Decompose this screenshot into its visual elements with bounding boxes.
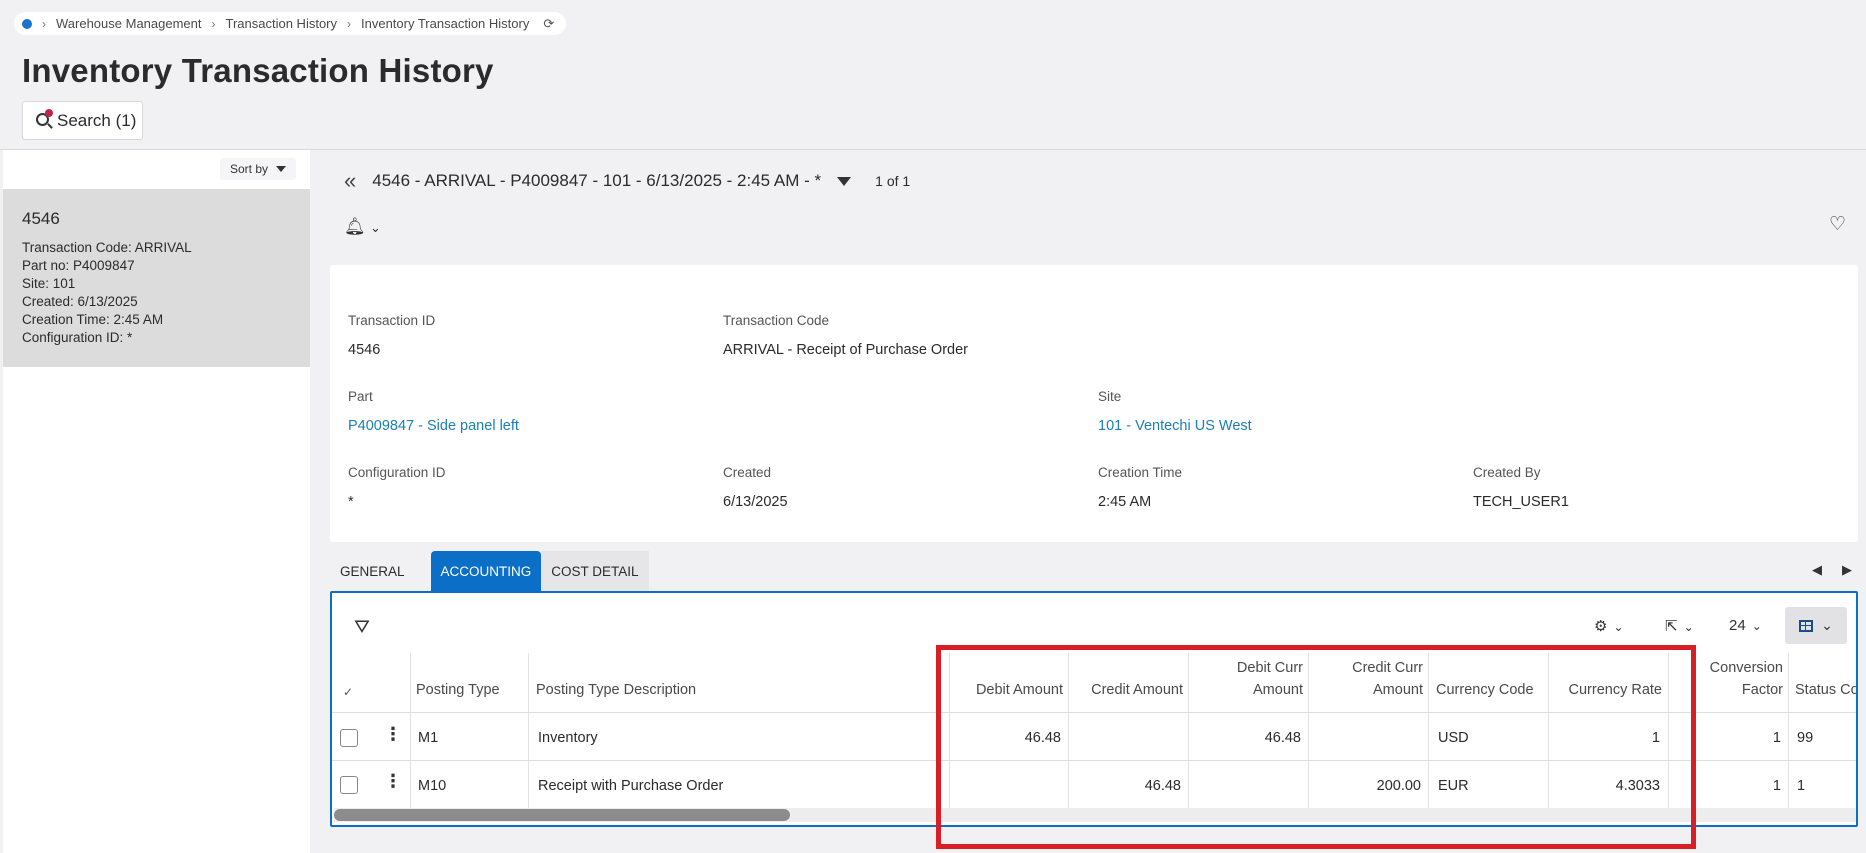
field-label: Part	[348, 389, 373, 404]
breadcrumb-item-warehouse[interactable]: Warehouse Management	[56, 16, 202, 31]
record-site: Site: 101	[22, 276, 76, 291]
record-id: 4546	[22, 209, 60, 228]
column-divider	[1788, 653, 1789, 808]
horizontal-scrollbar-thumb[interactable]	[334, 809, 790, 821]
field-site: Site 101 - Ventechi US West	[1098, 389, 1252, 434]
column-header-posting-type-description[interactable]: Posting Type Description	[536, 679, 696, 701]
highlight-annotation-box	[936, 645, 1696, 849]
column-header-status-code[interactable]: Status Co	[1795, 679, 1856, 701]
row-menu-icon[interactable]: ⋮	[384, 771, 402, 792]
field-label: Created	[723, 465, 772, 480]
filter-active-badge	[45, 108, 53, 117]
field-label: Created By	[1473, 465, 1541, 480]
search-button[interactable]: Search (1)	[22, 101, 143, 140]
gear-icon: ⚙	[1594, 618, 1608, 635]
favorite-heart-icon[interactable]: ♡	[1829, 213, 1846, 236]
record-created: Created: 6/13/2025	[22, 294, 138, 309]
field-label: Transaction ID	[348, 313, 436, 328]
table-icon	[1799, 619, 1814, 632]
tab-scroll-arrows: ◀ ▶	[1812, 562, 1852, 578]
chevron-down-icon: ⌄	[1683, 620, 1694, 634]
caret-down-icon	[276, 166, 286, 172]
column-divider	[410, 653, 411, 808]
tab-scroll-left-icon[interactable]: ◀	[1812, 562, 1822, 578]
record-creation-time: Creation Time: 2:45 AM	[22, 312, 164, 327]
table-layout-button[interactable]: ⌄	[1785, 607, 1847, 644]
field-label: Creation Time	[1098, 465, 1183, 480]
collapse-list-icon[interactable]: «	[344, 168, 356, 194]
field-transaction-code: Transaction Code ARRIVAL - Receipt of Pu…	[723, 313, 968, 358]
bell-icon[interactable]: 🔔︎	[344, 217, 366, 237]
record-title: 4546 - ARRIVAL - P4009847 - 101 - 6/13/2…	[372, 171, 822, 190]
field-value: 4546	[348, 342, 381, 358]
field-transaction-id: Transaction ID 4546	[348, 313, 435, 358]
export-icon: ⇱	[1665, 618, 1678, 635]
cell-status-code: 99	[1797, 730, 1814, 746]
page-size-dropdown[interactable]: 24 ⌄	[1729, 617, 1762, 634]
refresh-icon[interactable]: ⟳	[543, 16, 554, 32]
record-dropdown-caret-icon[interactable]	[837, 176, 852, 186]
field-creation-time: Creation Time 2:45 AM	[1098, 465, 1182, 510]
field-label: Configuration ID	[348, 465, 446, 480]
row-menu-icon[interactable]: ⋮	[384, 724, 402, 745]
page-title: Inventory Transaction History	[22, 52, 494, 89]
field-value: *	[348, 494, 354, 510]
tab-general[interactable]: GENERAL	[330, 551, 415, 591]
cell-description: Receipt with Purchase Order	[538, 778, 724, 794]
tab-cost-detail[interactable]: COST DETAIL	[541, 551, 649, 591]
record-part-no: Part no: P4009847	[22, 258, 135, 273]
breadcrumb-item-history[interactable]: Transaction History	[226, 16, 338, 31]
chevron-right-icon: ›	[42, 16, 46, 31]
chevron-down-icon[interactable]: ⌄	[370, 220, 381, 236]
field-created-by: Created By TECH_USER1	[1473, 465, 1569, 510]
field-value: ARRIVAL - Receipt of Purchase Order	[723, 342, 968, 358]
breadcrumb-item-current: Inventory Transaction History	[361, 16, 530, 31]
export-button[interactable]: ⇱ ⌄	[1665, 617, 1694, 635]
record-list-item[interactable]: 4546 Transaction Code: ARRIVAL Part no: …	[3, 189, 310, 367]
cell-description: Inventory	[538, 730, 598, 746]
field-label: Transaction Code	[723, 313, 830, 328]
chevron-down-icon: ⌄	[1613, 620, 1624, 634]
record-count: 1 of 1	[875, 173, 911, 189]
record-navigator: « 4546 - ARRIVAL - P4009847 - 101 - 6/13…	[344, 168, 910, 194]
column-divider	[528, 653, 529, 808]
cell-posting-type: M1	[418, 730, 439, 746]
field-configuration-id: Configuration ID *	[348, 465, 446, 510]
part-link[interactable]: P4009847 - Side panel left	[348, 418, 519, 434]
tab-bar: GENERAL ACCOUNTING COST DETAIL	[330, 551, 665, 591]
chevron-down-icon: ⌄	[1751, 619, 1762, 633]
chevron-right-icon: ›	[347, 16, 351, 31]
details-card: Transaction ID 4546 Transaction Code ARR…	[330, 265, 1858, 542]
field-value: 2:45 AM	[1098, 494, 1152, 510]
field-part: Part P4009847 - Side panel left	[348, 389, 519, 434]
chevron-right-icon: ›	[211, 16, 216, 31]
filter-icon[interactable]: ⛛	[354, 617, 370, 639]
field-created: Created 6/13/2025	[723, 465, 788, 510]
tab-accounting[interactable]: ACCOUNTING	[430, 551, 542, 591]
sort-by-dropdown[interactable]: Sort by	[219, 158, 296, 180]
home-icon[interactable]	[22, 18, 32, 29]
breadcrumb: › Warehouse Management › Transaction His…	[14, 12, 567, 35]
record-transaction-code: Transaction Code: ARRIVAL	[22, 240, 192, 255]
cell-status-code: 1	[1797, 778, 1806, 794]
field-label: Site	[1098, 389, 1122, 404]
row-checkbox[interactable]	[340, 729, 358, 747]
record-configuration-id: Configuration ID: *	[22, 330, 133, 345]
page-size-value: 24	[1729, 617, 1746, 634]
field-value: TECH_USER1	[1473, 494, 1569, 510]
grid-settings-button[interactable]: ⚙ ⌄	[1594, 617, 1624, 635]
search-button-label: Search (1)	[57, 110, 137, 130]
tab-scroll-right-icon[interactable]: ▶	[1842, 562, 1852, 578]
select-all-check-icon[interactable]: ✓	[343, 685, 353, 699]
field-value: 6/13/2025	[723, 494, 788, 510]
record-list-panel: Sort by 4546 Transaction Code: ARRIVAL P…	[3, 150, 310, 853]
sort-by-label: Sort by	[229, 162, 268, 176]
chevron-down-icon: ⌄	[1821, 617, 1833, 633]
row-checkbox[interactable]	[340, 776, 358, 794]
column-header-posting-type[interactable]: Posting Type	[416, 679, 500, 701]
cell-posting-type: M10	[418, 778, 447, 794]
search-icon	[35, 108, 53, 130]
site-link[interactable]: 101 - Ventechi US West	[1098, 418, 1252, 434]
